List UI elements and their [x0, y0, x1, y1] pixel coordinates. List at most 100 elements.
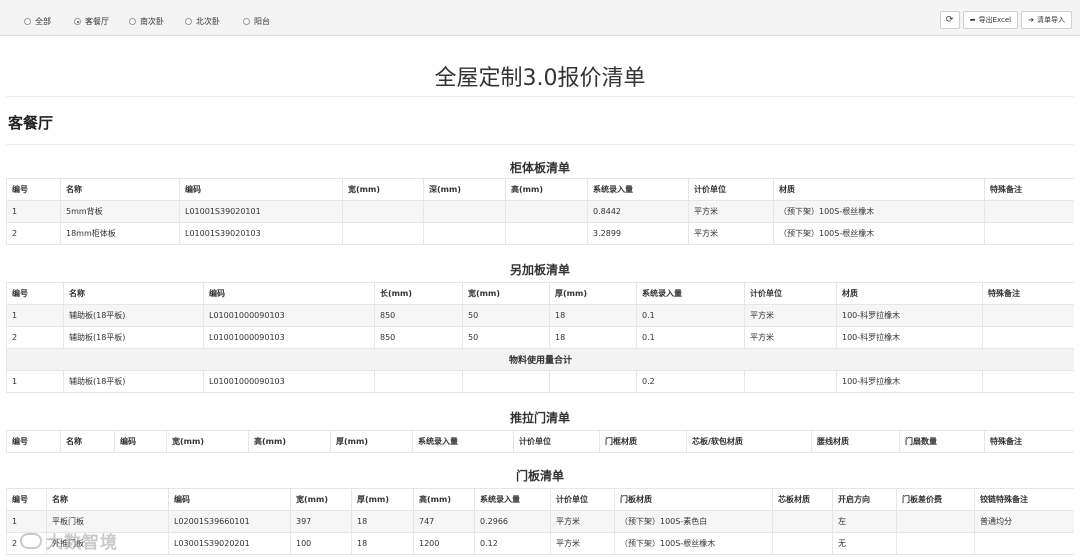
column-header: 开启方向: [832, 488, 897, 511]
radio-dot: [24, 18, 31, 25]
cell: 850: [374, 304, 463, 327]
document-title: 全屋定制3.0报价清单: [434, 66, 646, 91]
column-header: 编号: [6, 178, 61, 201]
section-title-sliding-door: 推拉门清单: [509, 411, 570, 425]
export-excel-button[interactable]: ➦ 导出Excel: [962, 11, 1019, 29]
column-header: 编码: [203, 282, 375, 305]
cell: [772, 532, 833, 555]
column-header: 宽(mm): [462, 282, 550, 305]
column-header: 编号: [6, 430, 61, 453]
divider: [6, 144, 1074, 145]
filter-radio-south-bedroom[interactable]: 南次卧: [129, 16, 164, 27]
column-header: 编码: [168, 488, 291, 511]
cell: 0.2: [636, 370, 745, 393]
cell: L01001000090103: [203, 370, 375, 393]
cell: [342, 222, 424, 245]
cell: L01001S39020101: [179, 200, 343, 223]
column-header: 门板材质: [614, 488, 773, 511]
cell: L01001S39020103: [179, 222, 343, 245]
table-row: 2 辅助板(18平板) L01001000090103 850 50 18 0.…: [6, 326, 1074, 349]
cell: 辅助板(18平板): [63, 370, 204, 393]
cell: [974, 532, 1074, 555]
filter-label: 阳台: [254, 17, 270, 26]
radio-dot: [185, 18, 192, 25]
cell: （预下架）100S-根丝橡木: [773, 222, 985, 245]
cell: 平方米: [744, 326, 837, 349]
cell: 0.1: [636, 304, 745, 327]
cell: 50: [462, 304, 550, 327]
table-row: 1 平板门板 L02001S39660101 397 18 747 0.2966…: [6, 510, 1074, 533]
cell: L03001S39020201: [168, 532, 291, 555]
column-header: 厚(mm): [351, 488, 414, 511]
column-header: 编码: [114, 430, 167, 453]
extra-board-table: 编号 名称 编码 长(mm) 宽(mm) 厚(mm) 系统录入量 计价单位 材质…: [6, 282, 1074, 393]
column-header: 门扇数量: [899, 430, 985, 453]
table-header-row: 编号 名称 编码 宽(mm) 厚(mm) 高(mm) 系统录入量 计价单位 门板…: [6, 488, 1074, 511]
divider: [6, 96, 1074, 97]
cell: 2: [6, 326, 64, 349]
cell: L01001000090103: [203, 326, 375, 349]
column-header: 计价单位: [744, 282, 837, 305]
quote-document: 全屋定制3.0报价清单 客餐厅 柜体板清单 编号 名称 编码 宽(mm) 深(m…: [6, 36, 1074, 560]
refresh-button[interactable]: ⟳: [939, 11, 960, 29]
cell: [772, 510, 833, 533]
sliding-door-table: 编号 名称 编码 宽(mm) 高(mm) 厚(mm) 系统录入量 计价单位 门框…: [6, 430, 1074, 453]
radio-dot: [129, 18, 136, 25]
cell: [374, 370, 463, 393]
cell: 1: [6, 304, 64, 327]
table-row: 1 5mm背板 L01001S39020101 0.8442 平方米 （预下架）…: [6, 200, 1074, 223]
filter-radio-living-dining[interactable]: 客餐厅: [74, 16, 109, 27]
summary-title: 物料使用量合计: [6, 348, 1074, 371]
cell: 397: [290, 510, 352, 533]
cell: （预下架）100S-根丝橡木: [614, 532, 773, 555]
cell: [423, 200, 506, 223]
cell: [982, 304, 1074, 327]
column-header: 计价单位: [688, 178, 774, 201]
column-header: 系统录入量: [587, 178, 689, 201]
table-row: 2 18mm柜体板 L01001S39020103 3.2899 平方米 （预下…: [6, 222, 1074, 245]
column-header: 编号: [6, 282, 64, 305]
cell: [505, 222, 588, 245]
column-header: 门板差价费: [896, 488, 975, 511]
cell: 100-科罗拉橡木: [836, 370, 983, 393]
cell: 18: [549, 304, 637, 327]
cell: 850: [374, 326, 463, 349]
column-header: 名称: [60, 430, 115, 453]
table-row: 1 辅助板(18平板) L01001000090103 0.2 100-科罗拉橡…: [6, 370, 1074, 393]
cell: [462, 370, 550, 393]
table-header-row: 编号 名称 编码 宽(mm) 深(mm) 高(mm) 系统录入量 计价单位 材质…: [6, 178, 1074, 201]
cell: [982, 370, 1074, 393]
cell: 0.12: [474, 532, 551, 555]
table-row: 1 辅助板(18平板) L01001000090103 850 50 18 0.…: [6, 304, 1074, 327]
refresh-icon: ⟳: [945, 15, 954, 25]
table-header-row: 编号 名称 编码 长(mm) 宽(mm) 厚(mm) 系统录入量 计价单位 材质…: [6, 282, 1074, 305]
cell: 2: [6, 222, 61, 245]
radio-dot-selected: [74, 18, 81, 25]
filter-radio-all[interactable]: 全部: [24, 16, 51, 27]
cell: 0.1: [636, 326, 745, 349]
import-list-button[interactable]: ➔ 清单导入: [1021, 11, 1072, 29]
watermark-logo-icon: [20, 532, 42, 549]
filter-label: 北次卧: [196, 17, 220, 26]
cell: 0.2966: [474, 510, 551, 533]
column-header: 名称: [60, 178, 180, 201]
column-header: 特殊备注: [984, 178, 1074, 201]
cell: 1200: [413, 532, 475, 555]
column-header: 高(mm): [248, 430, 331, 453]
cell: 左: [832, 510, 897, 533]
column-header: 计价单位: [513, 430, 600, 453]
cell: （预下架）100S-根丝橡木: [773, 200, 985, 223]
cell: 辅助板(18平板): [63, 304, 204, 327]
column-header: 系统录入量: [474, 488, 551, 511]
cell: [896, 532, 975, 555]
cell: [984, 222, 1074, 245]
filter-radio-balcony[interactable]: 阳台: [243, 16, 270, 27]
column-header: 编码: [179, 178, 343, 201]
column-header: 长(mm): [374, 282, 463, 305]
cell: 100-科罗拉橡木: [836, 326, 983, 349]
cell: [984, 200, 1074, 223]
export-icon: ➦: [969, 16, 976, 24]
filter-radio-north-bedroom[interactable]: 北次卧: [185, 16, 220, 27]
table-header-row: 编号 名称 编码 宽(mm) 高(mm) 厚(mm) 系统录入量 计价单位 门框…: [6, 430, 1074, 453]
section-title-extra-board: 另加板清单: [509, 263, 570, 277]
